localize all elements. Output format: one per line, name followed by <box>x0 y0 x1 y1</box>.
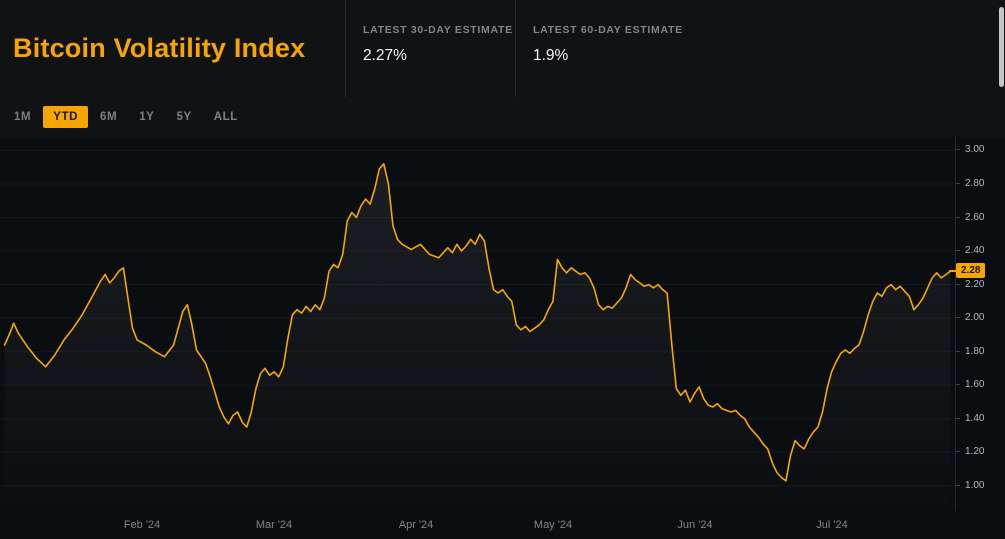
stat-60day-label: LATEST 60-DAY ESTIMATE <box>533 24 715 36</box>
tab-1m[interactable]: 1M <box>4 106 41 128</box>
y-axis-label: 2.40 <box>956 245 984 257</box>
bitcoin-volatility-index-page: Bitcoin Volatility Index LATEST 30-DAY E… <box>0 0 1005 539</box>
x-axis-label: May '24 <box>518 519 588 531</box>
tab-1y[interactable]: 1Y <box>129 106 164 128</box>
x-axis-label: Jun '24 <box>660 519 730 531</box>
y-axis-label: 1.80 <box>956 346 984 358</box>
volatility-line-chart <box>0 137 955 511</box>
y-axis-label: 2.80 <box>956 178 984 190</box>
page-title: Bitcoin Volatility Index <box>0 0 345 97</box>
tab-6m[interactable]: 6M <box>90 106 127 128</box>
y-axis-label: 1.40 <box>956 413 984 425</box>
range-tabs: 1MYTD6M1Y5YALL <box>0 97 1005 137</box>
x-axis-label: Apr '24 <box>381 519 451 531</box>
y-axis-label: 3.00 <box>956 144 984 156</box>
y-axis: 3.00 2.80 2.60 2.40 2.20 2.00 1.80 1.60 1.40 1.20… <box>955 137 1005 511</box>
stat-60day-value: 1.9% <box>533 47 715 65</box>
x-axis-label: Jul '24 <box>797 519 867 531</box>
tab-all[interactable]: ALL <box>204 106 248 128</box>
y-axis-label: 1.00 <box>956 480 984 492</box>
stat-30day-value: 2.27% <box>363 47 515 65</box>
y-axis-label: 1.20 <box>956 446 984 458</box>
y-axis-label: 2.60 <box>956 212 984 224</box>
y-axis-label: 2.00 <box>956 312 984 324</box>
stat-60day-estimate: LATEST 60-DAY ESTIMATE 1.9% <box>515 0 715 97</box>
chart-area: 3.00 2.80 2.60 2.40 2.20 2.00 1.80 1.60 1.40 1.20… <box>0 137 1005 539</box>
scrollbar-thumb[interactable] <box>999 7 1004 87</box>
x-axis-label: Feb '24 <box>107 519 177 531</box>
x-axis: Feb '24 Mar '24 Apr '24 May '24 Jun '24 Jul '… <box>0 511 955 539</box>
y-axis-label: 1.60 <box>956 379 984 391</box>
y-axis-label: 2.20 <box>956 279 984 291</box>
header: Bitcoin Volatility Index LATEST 30-DAY E… <box>0 0 1005 97</box>
stat-30day-label: LATEST 30-DAY ESTIMATE <box>363 24 515 36</box>
chart-plot[interactable] <box>0 137 955 511</box>
x-axis-label: Mar '24 <box>239 519 309 531</box>
stat-30day-estimate: LATEST 30-DAY ESTIMATE 2.27% <box>345 0 515 97</box>
last-value-badge: 2.28 <box>956 263 985 278</box>
tab-5y[interactable]: 5Y <box>166 106 201 128</box>
tab-ytd[interactable]: YTD <box>43 106 88 128</box>
